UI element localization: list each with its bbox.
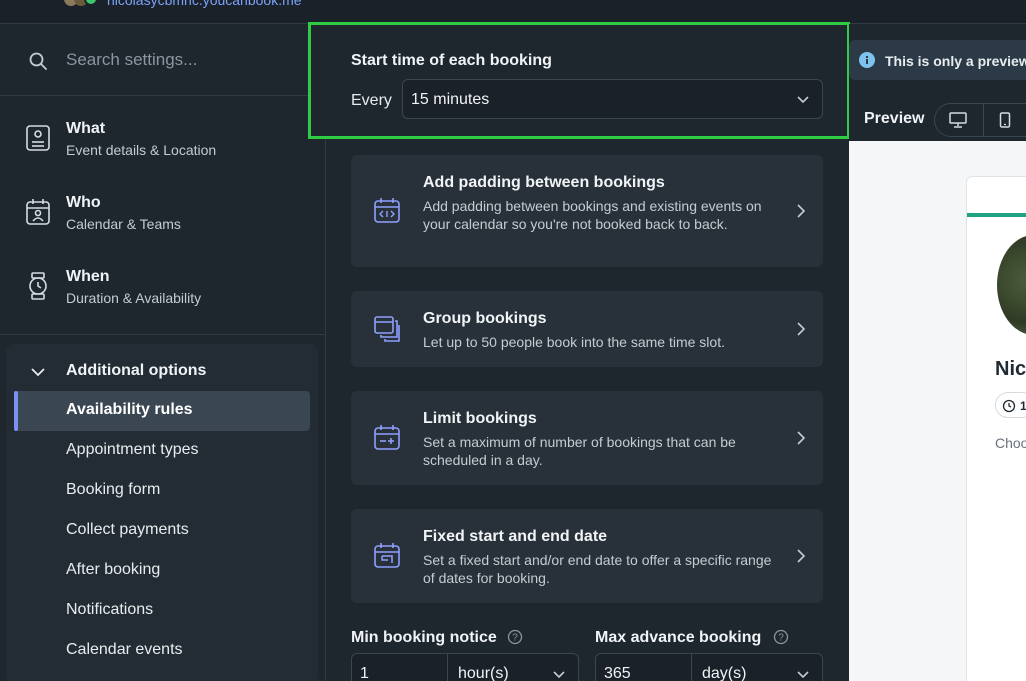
nav-item-when[interactable]: When Duration & Availability bbox=[0, 252, 326, 326]
preview-notice-text: This is only a preview bbox=[885, 53, 1026, 69]
booking-page-url-link[interactable]: nicolasycbmnc.youcanbook.me bbox=[107, 0, 302, 8]
start-time-section: Start time of each booking Every 15 minu… bbox=[308, 22, 850, 139]
preview-duration-value: 1 bbox=[1020, 399, 1026, 413]
divider bbox=[983, 104, 984, 136]
sidebar-item-calendar-events[interactable]: Calendar events bbox=[14, 631, 310, 671]
card-title: Fixed start and end date bbox=[423, 528, 608, 545]
group-bookings-card[interactable]: Group bookings Let up to 50 people book … bbox=[351, 291, 823, 367]
settings-search[interactable]: Search settings... bbox=[0, 24, 326, 96]
calendar-person-icon bbox=[26, 199, 50, 225]
start-time-heading: Start time of each booking bbox=[351, 52, 552, 69]
sidebar-item-label: Collect payments bbox=[66, 521, 189, 538]
search-icon bbox=[29, 52, 47, 70]
group-calendar-icon bbox=[374, 316, 400, 342]
chevron-right-icon bbox=[797, 322, 806, 336]
card-title: Group bookings bbox=[423, 310, 547, 327]
nav-item-title: What bbox=[66, 120, 106, 137]
limit-calendar-icon bbox=[374, 425, 400, 450]
preview-host-name: Nic bbox=[995, 358, 1026, 380]
help-icon[interactable]: ? bbox=[507, 629, 523, 645]
sidebar-item-label: Notifications bbox=[66, 601, 154, 618]
preview-label: Preview bbox=[864, 110, 925, 127]
max-advance-booking-unit: day(s) bbox=[702, 665, 747, 681]
search-input[interactable]: Search settings... bbox=[66, 50, 197, 70]
sidebar-item-collect-payments[interactable]: Collect payments bbox=[14, 511, 310, 551]
divider bbox=[0, 334, 326, 335]
nav-item-subtitle: Calendar & Teams bbox=[66, 216, 181, 232]
min-booking-notice-value: 1 bbox=[360, 665, 369, 681]
chevron-down-icon bbox=[797, 96, 809, 104]
max-advance-booking-label: Max advance booking bbox=[595, 629, 762, 646]
sidebar-item-label: Availability rules bbox=[66, 401, 193, 418]
preview-booking-card bbox=[966, 176, 1026, 681]
card-title: Limit bookings bbox=[423, 410, 537, 427]
start-time-interval-value: 15 minutes bbox=[411, 91, 490, 108]
card-description: Set a fixed start and/or end date to off… bbox=[423, 552, 772, 586]
sidebar-item-label: After booking bbox=[66, 561, 161, 578]
mobile-icon[interactable] bbox=[999, 112, 1011, 128]
chevron-right-icon bbox=[797, 549, 806, 563]
top-bar: nicolasycbmnc.youcanbook.me bbox=[0, 0, 1026, 24]
card-description: Let up to 50 people book into the same t… bbox=[423, 334, 725, 350]
sidebar-item-label: Calendar events bbox=[66, 641, 183, 658]
max-advance-booking-input[interactable]: 365 bbox=[595, 653, 692, 681]
nav-item-who[interactable]: Who Calendar & Teams bbox=[0, 178, 326, 252]
settings-sidebar: Search settings... What Event details & … bbox=[0, 24, 326, 681]
svg-text:?: ? bbox=[512, 633, 518, 644]
avatar-group[interactable] bbox=[64, 0, 102, 8]
sidebar-item-booking-form[interactable]: Booking form bbox=[14, 471, 310, 511]
sidebar-item-label: Booking form bbox=[66, 481, 161, 498]
card-description: Add padding between bookings and existin… bbox=[423, 198, 762, 232]
preview-duration-badge: 1 bbox=[995, 392, 1026, 418]
app-root: nicolasycbmnc.youcanbook.me Search setti… bbox=[0, 0, 1026, 681]
nav-item-what[interactable]: What Event details & Location bbox=[0, 104, 326, 178]
additional-options-toggle[interactable]: Additional options bbox=[6, 354, 318, 390]
online-status-icon bbox=[84, 0, 98, 6]
accent-bar bbox=[967, 213, 1026, 217]
limit-bookings-card[interactable]: Limit bookings Set a maximum of number o… bbox=[351, 391, 823, 485]
watch-icon bbox=[29, 272, 47, 300]
padding-between-bookings-card[interactable]: Add padding between bookings Add padding… bbox=[351, 155, 823, 267]
chevron-right-icon bbox=[797, 431, 806, 445]
active-indicator bbox=[14, 391, 18, 431]
sidebar-item-appointment-types[interactable]: Appointment types bbox=[14, 431, 310, 471]
desktop-icon[interactable] bbox=[949, 112, 967, 128]
sidebar-item-notifications[interactable]: Notifications bbox=[14, 591, 310, 631]
chevron-down-icon bbox=[31, 368, 45, 377]
min-booking-notice-label: Min booking notice bbox=[351, 629, 497, 646]
start-time-prefix: Every bbox=[351, 92, 392, 109]
fixed-start-end-date-card[interactable]: Fixed start and end date Set a fixed sta… bbox=[351, 509, 823, 603]
sidebar-item-availability-rules[interactable]: Availability rules bbox=[14, 391, 310, 431]
chevron-down-icon bbox=[797, 671, 809, 679]
min-booking-notice-unit-select[interactable]: hour(s) bbox=[448, 653, 579, 681]
chevron-right-icon bbox=[797, 204, 806, 218]
preview-choose-text: Choo bbox=[995, 435, 1026, 451]
fixed-date-calendar-icon bbox=[374, 543, 400, 568]
card-title: Add padding between bookings bbox=[423, 174, 665, 191]
device-toggle bbox=[934, 103, 1026, 137]
min-booking-notice-input[interactable]: 1 bbox=[351, 653, 448, 681]
max-advance-booking-value: 365 bbox=[604, 665, 631, 681]
sidebar-item-after-booking[interactable]: After booking bbox=[14, 551, 310, 591]
nav-item-title: When bbox=[66, 268, 110, 285]
svg-text:?: ? bbox=[778, 633, 784, 644]
id-card-icon bbox=[26, 125, 50, 151]
nav-item-subtitle: Event details & Location bbox=[66, 142, 217, 158]
card-description: Set a maximum of number of bookings that… bbox=[423, 434, 736, 468]
clock-icon bbox=[1002, 399, 1016, 413]
avatar bbox=[997, 235, 1026, 335]
additional-options-panel: Additional options Availability rules Ap… bbox=[6, 344, 318, 681]
padding-calendar-icon bbox=[374, 198, 400, 223]
nav-item-subtitle: Duration & Availability bbox=[66, 290, 202, 306]
start-time-interval-select[interactable]: 15 minutes bbox=[402, 79, 823, 119]
info-icon bbox=[859, 52, 875, 68]
max-advance-booking-unit-select[interactable]: day(s) bbox=[692, 653, 823, 681]
preview-notice-banner: This is only a preview bbox=[849, 40, 1026, 80]
min-booking-notice-unit: hour(s) bbox=[458, 665, 509, 681]
chevron-down-icon bbox=[553, 671, 565, 679]
sidebar-item-label: Appointment types bbox=[66, 441, 199, 458]
nav-item-title: Who bbox=[66, 194, 101, 211]
additional-options-label: Additional options bbox=[66, 362, 207, 379]
help-icon[interactable]: ? bbox=[773, 629, 789, 645]
